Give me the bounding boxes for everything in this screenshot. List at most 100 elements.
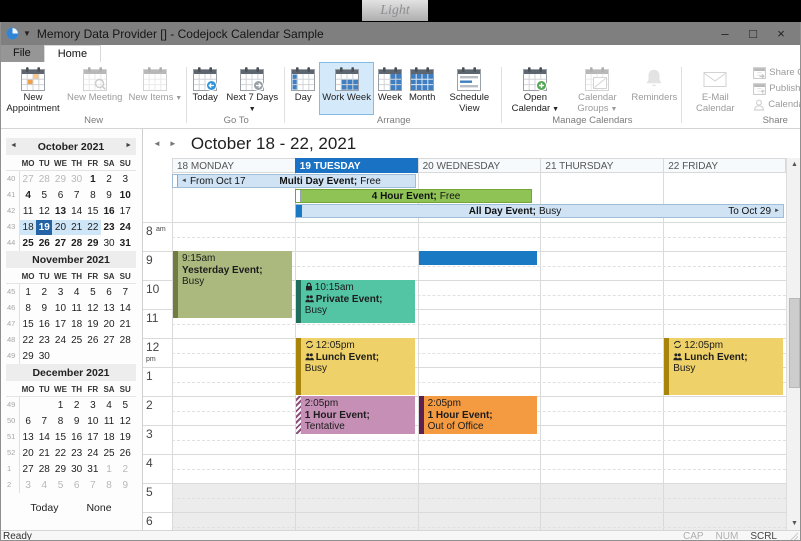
- day-cell[interactable]: 18: [20, 220, 36, 235]
- tab-home[interactable]: Home: [44, 45, 101, 62]
- day-cell[interactable]: 16: [36, 317, 52, 332]
- day-column[interactable]: [540, 173, 663, 530]
- day-cell[interactable]: 9: [117, 478, 133, 493]
- day-cell[interactable]: 19: [36, 220, 52, 235]
- day-cell[interactable]: 27: [20, 172, 36, 187]
- day-cell[interactable]: 6: [101, 285, 117, 300]
- day-cell[interactable]: 17: [85, 430, 101, 445]
- day-cell[interactable]: 14: [117, 301, 133, 316]
- day-cell[interactable]: 29: [52, 462, 68, 477]
- next-7-days-button[interactable]: Next 7 Days ▼: [221, 62, 283, 115]
- day-header-19-tuesday[interactable]: 19 TUESDAY: [295, 158, 418, 173]
- scroll-up-icon[interactable]: ▲: [787, 158, 801, 171]
- day-cell[interactable]: 10: [85, 414, 101, 429]
- day-cell[interactable]: 17: [117, 204, 133, 219]
- day-cell[interactable]: 28: [36, 462, 52, 477]
- day-cell[interactable]: 22: [85, 220, 101, 235]
- day-cell[interactable]: 5: [85, 285, 101, 300]
- day-cell[interactable]: 30: [69, 172, 85, 187]
- day-cell[interactable]: 29: [52, 172, 68, 187]
- schedule-view-button[interactable]: Schedule View: [438, 62, 500, 115]
- day-column[interactable]: [418, 173, 541, 530]
- scroll-down-icon[interactable]: ▼: [787, 517, 801, 530]
- day-cell[interactable]: 11: [69, 301, 85, 316]
- day-cell[interactable]: 28: [117, 333, 133, 348]
- day-cell[interactable]: 28: [36, 172, 52, 187]
- day-cell[interactable]: 8: [85, 188, 101, 203]
- quick-access-caret-icon[interactable]: ▼: [23, 29, 31, 38]
- day-cell[interactable]: 28: [69, 236, 85, 251]
- day-cell[interactable]: 12: [117, 414, 133, 429]
- day-cell[interactable]: 7: [36, 414, 52, 429]
- day-cell[interactable]: 7: [85, 478, 101, 493]
- day-cell[interactable]: 13: [52, 204, 68, 219]
- day-cell[interactable]: 3: [117, 172, 133, 187]
- day-cell[interactable]: 15: [52, 430, 68, 445]
- day-cell[interactable]: 24: [117, 220, 133, 235]
- day-cell[interactable]: 1: [101, 462, 117, 477]
- day-cell[interactable]: 13: [20, 430, 36, 445]
- tab-file[interactable]: File: [0, 45, 44, 62]
- day-cell[interactable]: 31: [117, 236, 133, 251]
- day-cell[interactable]: 12: [85, 301, 101, 316]
- month-button[interactable]: Month: [406, 62, 438, 115]
- day-header-20-wednesday[interactable]: 20 WEDNESDAY: [418, 158, 541, 173]
- day-cell[interactable]: 25: [101, 446, 117, 461]
- day-cell[interactable]: 26: [85, 333, 101, 348]
- day-cell[interactable]: 9: [36, 301, 52, 316]
- minimize-button[interactable]: –: [711, 26, 739, 41]
- day-cell[interactable]: 4: [20, 188, 36, 203]
- share-calendar-button[interactable]: Share Calendar: [749, 65, 801, 80]
- day-cell[interactable]: 26: [36, 236, 52, 251]
- new-appointment-button[interactable]: New Appointment: [2, 62, 64, 115]
- day-cell[interactable]: 2: [117, 462, 133, 477]
- day-cell[interactable]: 18: [69, 317, 85, 332]
- day-column[interactable]: [172, 173, 295, 530]
- day-cell[interactable]: 24: [52, 333, 68, 348]
- day-cell[interactable]: 20: [101, 317, 117, 332]
- day-cell[interactable]: 27: [20, 462, 36, 477]
- day-cell[interactable]: 19: [117, 430, 133, 445]
- scrollbar-thumb[interactable]: [789, 298, 800, 388]
- week-button[interactable]: Week: [374, 62, 406, 115]
- day-cell[interactable]: 10: [52, 301, 68, 316]
- day-cell[interactable]: 4: [36, 478, 52, 493]
- mini-calendar-prev-icon[interactable]: ◄: [10, 142, 17, 149]
- calendar-groups-button[interactable]: Calendar Groups ▼: [566, 62, 628, 115]
- day-cell[interactable]: 2: [101, 172, 117, 187]
- day-cell[interactable]: 3: [85, 398, 101, 413]
- event-1-hour-event-out-of-office[interactable]: 2:05pm1 Hour Event;Out of Office: [419, 396, 538, 434]
- day-cell[interactable]: 19: [85, 317, 101, 332]
- event-private-event-busy[interactable]: 10:15amPrivate Event;Busy: [296, 280, 415, 323]
- day-cell[interactable]: 6: [52, 188, 68, 203]
- day-cell[interactable]: 21: [36, 446, 52, 461]
- vertical-scrollbar[interactable]: ▲ ▼: [786, 158, 801, 530]
- day-cell[interactable]: 13: [101, 301, 117, 316]
- all-day-event-multi-day-event[interactable]: ◄From Oct 17Multi Day Event;Free: [172, 174, 416, 188]
- day-cell[interactable]: 1: [85, 172, 101, 187]
- day-cell[interactable]: 5: [52, 478, 68, 493]
- day-cell[interactable]: 25: [20, 236, 36, 251]
- event-lunch-event-busy[interactable]: 12:05pmLunch Event;Busy: [296, 338, 415, 395]
- day-header-21-thursday[interactable]: 21 THURSDAY: [540, 158, 663, 173]
- day-cell[interactable]: 26: [117, 446, 133, 461]
- day-cell[interactable]: 30: [36, 349, 52, 364]
- close-button[interactable]: ×: [767, 26, 795, 41]
- event-yesterday-event-busy[interactable]: 9:15amYesterday Event;Busy: [173, 251, 292, 318]
- day-cell[interactable]: 29: [20, 349, 36, 364]
- resize-grip[interactable]: [789, 532, 798, 541]
- day-cell[interactable]: 17: [52, 317, 68, 332]
- day-cell[interactable]: 20: [20, 446, 36, 461]
- day-cell[interactable]: 23: [101, 220, 117, 235]
- day-cell[interactable]: 21: [69, 220, 85, 235]
- day-cell[interactable]: 10: [117, 188, 133, 203]
- day-cell[interactable]: 20: [52, 220, 68, 235]
- day-cell[interactable]: 5: [117, 398, 133, 413]
- day-header-18-monday[interactable]: 18 MONDAY: [172, 158, 295, 173]
- day-cell[interactable]: 16: [69, 430, 85, 445]
- open-calendar-button[interactable]: Open Calendar ▼: [504, 62, 566, 115]
- reminders-button[interactable]: Reminders: [628, 62, 680, 115]
- maximize-button[interactable]: □: [739, 26, 767, 41]
- day-cell[interactable]: 3: [20, 478, 36, 493]
- event-untitled[interactable]: [419, 251, 538, 265]
